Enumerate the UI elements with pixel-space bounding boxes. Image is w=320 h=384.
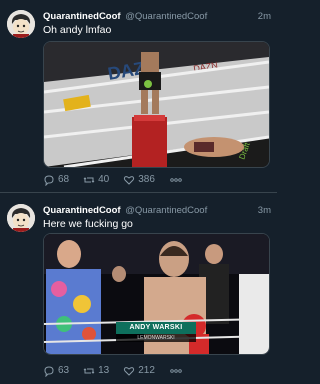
retweet-button[interactable]: 40: [83, 173, 109, 187]
retweet-count: 13: [98, 365, 110, 376]
tweet-header: QuarantinedCoof @QuarantinedCoof 3m: [43, 204, 271, 218]
tweet-header: QuarantinedCoof @QuarantinedCoof 2m: [43, 10, 271, 24]
more-button[interactable]: [169, 173, 186, 187]
tweet-actions: 68 40 386: [43, 173, 200, 187]
tweet-text: Oh andy lmfao: [43, 24, 112, 36]
retweet-count: 40: [98, 174, 110, 185]
reply-button[interactable]: 68: [43, 173, 69, 187]
retweet-icon: [83, 177, 95, 183]
avatar[interactable]: [7, 204, 35, 232]
tweet-text: Here we fucking go: [43, 218, 133, 230]
fighter-subcaption: LEMONWARSKI: [116, 334, 196, 342]
reply-icon: [44, 366, 54, 377]
handle[interactable]: @QuarantinedCoof: [125, 11, 207, 22]
fighter-name-caption: ANDY WARSKI: [116, 322, 196, 334]
like-icon: [124, 367, 135, 376]
timestamp[interactable]: 2m: [258, 10, 271, 24]
more-icon: [170, 178, 182, 182]
avatar-image: [7, 204, 35, 232]
tweet[interactable]: QuarantinedCoof @QuarantinedCoof 2m Oh a…: [0, 0, 277, 192]
retweet-button[interactable]: 13: [83, 364, 109, 378]
avatar[interactable]: [7, 10, 35, 38]
like-button[interactable]: 212: [123, 364, 155, 378]
like-count: 386: [138, 174, 155, 185]
more-button[interactable]: [169, 364, 186, 378]
more-icon: [170, 369, 182, 373]
timestamp[interactable]: 3m: [258, 204, 271, 218]
display-name[interactable]: QuarantinedCoof: [43, 11, 121, 22]
like-count: 212: [138, 365, 155, 376]
divider: [0, 192, 277, 193]
like-icon: [124, 176, 135, 185]
retweet-icon: [83, 368, 95, 374]
avatar-image: [7, 10, 35, 38]
reply-button[interactable]: 63: [43, 364, 69, 378]
boxing-ring-image: DAZN DAZN Draft: [44, 42, 269, 167]
reply-count: 68: [58, 174, 70, 185]
reply-count: 63: [58, 365, 70, 376]
like-button[interactable]: 386: [123, 173, 155, 187]
handle[interactable]: @QuarantinedCoof: [125, 205, 207, 216]
display-name[interactable]: QuarantinedCoof: [43, 205, 121, 216]
reply-icon: [44, 175, 54, 186]
tweet-media[interactable]: DAZN DAZN Draft: [43, 41, 270, 168]
tweet-actions: 63 13 212: [43, 364, 200, 378]
tweet[interactable]: QuarantinedCoof @QuarantinedCoof 3m Here…: [0, 194, 277, 384]
tweet-media[interactable]: ANDY WARSKI LEMONWARSKI: [43, 233, 270, 355]
